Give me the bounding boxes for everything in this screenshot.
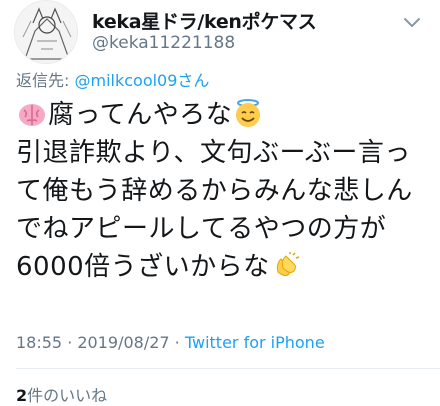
tweet-time[interactable]: 18:55 (16, 333, 62, 352)
tweet-line-3: て俺もう辞めるからみんな悲しん (16, 176, 413, 206)
reply-target-link[interactable]: @milkcool09さん (74, 71, 209, 90)
likes-count[interactable]: 2件のいいね (16, 382, 107, 406)
display-name[interactable]: keka星ドラ/kenポケマス (92, 7, 317, 34)
tweet-line-1: 腐ってんやろな (16, 96, 430, 134)
chevron-down-icon[interactable] (400, 10, 424, 34)
tweet-meta: 18:55 · 2019/08/27 · Twitter for iPhone (16, 333, 325, 352)
reply-prefix: 返信先: (16, 71, 75, 90)
clapping-hands-emoji (272, 252, 300, 291)
source-link[interactable]: Twitter for iPhone (185, 333, 325, 352)
user-handle[interactable]: @keka11221188 (92, 33, 235, 53)
tweet-line-5: 6000倍うざいからな (16, 248, 430, 286)
likes-label: 件のいいね (27, 386, 108, 405)
tweet-date[interactable]: 2019/08/27 (77, 333, 169, 352)
smiling-face-with-halo-emoji (234, 98, 262, 139)
avatar[interactable] (14, 0, 78, 64)
tweet-line-2: 引退詐欺より、文句ぶーぶー言っ (16, 138, 411, 168)
likes-number: 2 (16, 386, 28, 405)
tweet-text: 腐ってんやろな 引退詐欺より、文句ぶーぶー言っ て俺もう辞めるからみんな悲しん … (16, 96, 430, 286)
divider (16, 368, 440, 369)
reply-to: 返信先: @milkcool09さん (16, 67, 209, 91)
tweet-line-4: でねアピールしてるやつの方が (16, 214, 387, 244)
